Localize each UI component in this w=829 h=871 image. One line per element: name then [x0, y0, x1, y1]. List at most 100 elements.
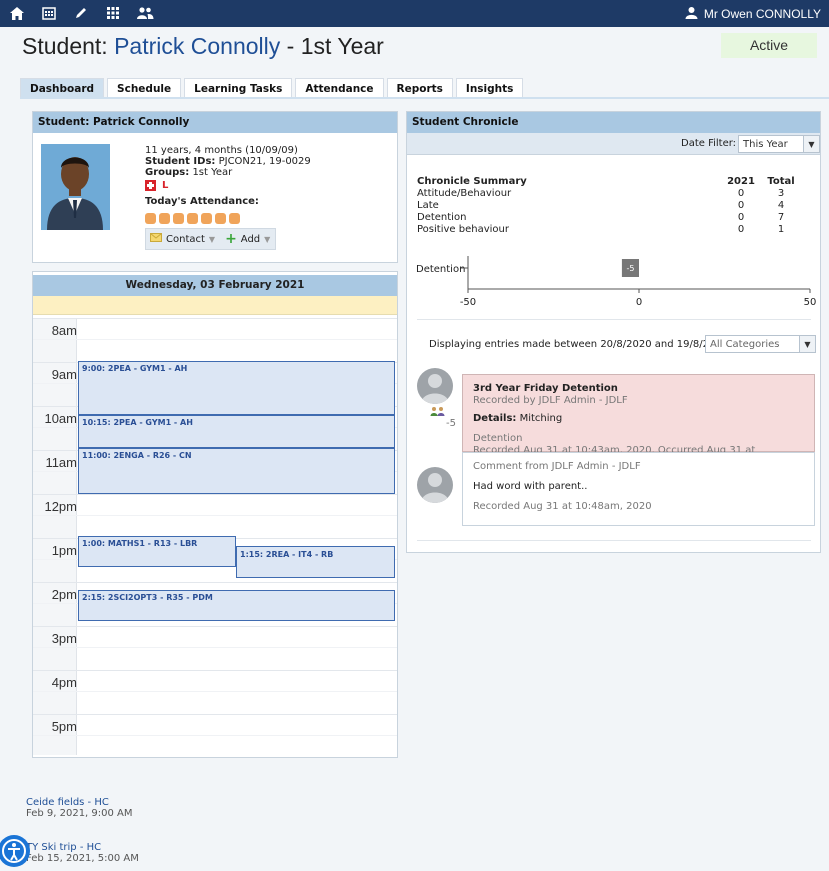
chronicle-entry[interactable]: 3rd Year Friday Detention Recorded by JD…: [462, 374, 815, 468]
half-hour-row: [33, 515, 397, 516]
half-hour-row: [33, 339, 397, 340]
attendance-dot: [173, 213, 184, 224]
calendar-grid[interactable]: 8am 9am 10am 11am 12pm 1pm 2pm 3pm 4pm 5…: [33, 318, 397, 755]
people-group-icon: [430, 406, 446, 419]
entry-details: Mitching: [519, 413, 563, 424]
detention-bar-chart: Detention -5 -50 0 50: [416, 256, 817, 308]
student-panel-header: Student: Patrick Connolly: [33, 112, 397, 133]
entry-title: 3rd Year Friday Detention: [473, 383, 618, 394]
date-filter-select[interactable]: This Year ▼: [738, 135, 820, 153]
hour-label: 2pm: [51, 587, 77, 602]
attendance-dot: [159, 213, 170, 224]
calendar-event[interactable]: 11:00: 2ENGA - R26 - CN: [78, 448, 395, 494]
event-date: Feb 9, 2021, 9:00 AM: [26, 808, 133, 819]
people-icon[interactable]: [136, 5, 154, 21]
attendance-dot: [145, 213, 156, 224]
hour-row: [33, 626, 397, 627]
chevron-down-icon[interactable]: ▼: [799, 336, 815, 352]
displaying-text: Displaying entries made between 20/8/202…: [429, 339, 749, 350]
half-hour-row: [33, 691, 397, 692]
section-divider: [417, 540, 811, 541]
hour-label: 9am: [51, 367, 77, 382]
attendance-dot: [215, 213, 226, 224]
student-info: 11 years, 4 months (10/09/09) Student ID…: [145, 145, 311, 224]
commenter-avatar: [417, 467, 453, 503]
calendar-icon[interactable]: [40, 5, 58, 21]
axis-tick-label: 0: [636, 297, 642, 308]
contact-button[interactable]: Contact: [166, 234, 205, 245]
upcoming-event[interactable]: TY Ski trip - HC Feb 15, 2021, 5:00 AM: [26, 842, 139, 864]
medical-flag[interactable]: L: [162, 180, 168, 191]
chronicle-header: Student Chronicle: [407, 112, 820, 133]
chevron-down-icon[interactable]: ▼: [209, 235, 215, 244]
student-name-link[interactable]: Patrick Connolly: [114, 33, 280, 59]
student-groups: 1st Year: [192, 167, 233, 178]
plus-icon: +: [225, 231, 237, 247]
calendar-event[interactable]: 2:15: 2SCI2OPT3 - R35 - PDM: [78, 590, 395, 621]
summary-row: Detention 0 7: [417, 212, 785, 223]
calendar-event[interactable]: 10:15: 2PEA - GYM1 - AH: [78, 415, 395, 448]
chevron-down-icon[interactable]: ▼: [264, 235, 270, 244]
tab-insights[interactable]: Insights: [455, 78, 524, 97]
tab-bar: Dashboard Schedule Learning Tasks Attend…: [20, 78, 524, 97]
status-badge: Active: [721, 33, 817, 58]
summary-title: Chronicle Summary: [417, 176, 527, 187]
comment-from: Comment from JDLF Admin - JDLF: [473, 461, 641, 472]
hour-label: 11am: [45, 455, 77, 470]
chevron-down-icon[interactable]: ▼: [803, 136, 819, 152]
hour-row: [33, 670, 397, 671]
tab-reports[interactable]: Reports: [386, 78, 453, 97]
student-photo: [41, 144, 110, 230]
summary-row: Late 0 4: [417, 200, 785, 211]
hour-label: 10am: [44, 411, 77, 426]
half-hour-row: [33, 735, 397, 736]
entry-recorded-by: Recorded by JDLF Admin - JDLF: [473, 395, 628, 406]
recorder-avatar: [417, 368, 453, 404]
tab-attendance[interactable]: Attendance: [295, 78, 384, 97]
upcoming-event[interactable]: Ceide fields - HC Feb 9, 2021, 9:00 AM: [26, 797, 133, 819]
axis-tick-label: 50: [804, 297, 817, 308]
attendance-label: Today's Attendance:: [145, 196, 259, 207]
hour-label: 3pm: [51, 631, 77, 646]
all-day-row[interactable]: [33, 296, 397, 315]
chronicle-summary-table: Chronicle Summary 2021 Total Attitude/Be…: [417, 176, 801, 236]
event-title[interactable]: TY Ski trip - HC: [26, 842, 139, 853]
hour-row: [33, 318, 397, 319]
hour-row: [33, 714, 397, 715]
bar-category-label: Detention: [416, 264, 465, 275]
calendar-event[interactable]: 1:00: MATHS1 - R13 - LBR: [78, 536, 236, 567]
summary-row: Attitude/Behaviour 0 3: [417, 188, 785, 199]
tab-schedule[interactable]: Schedule: [107, 78, 182, 97]
half-hour-row: [33, 647, 397, 648]
home-icon[interactable]: [8, 5, 26, 21]
calendar-date: Wednesday, 03 February 2021: [33, 275, 397, 296]
student-age: 11 years, 4 months (10/09/09): [145, 145, 298, 156]
pencil-icon[interactable]: [72, 5, 90, 21]
comment-recorded-at: Recorded Aug 31 at 10:48am, 2020: [473, 501, 652, 512]
chronicle-panel: Student Chronicle Date Filter: This Year…: [406, 111, 821, 553]
accessibility-icon[interactable]: [0, 834, 34, 868]
comment-text: Had word with parent..: [473, 481, 588, 492]
attendance-dot: [201, 213, 212, 224]
event-title[interactable]: Ceide fields - HC: [26, 797, 133, 808]
tab-dashboard[interactable]: Dashboard: [20, 78, 105, 97]
calendar-panel: Wednesday, 03 February 2021 8am 9am 10am…: [32, 271, 398, 758]
axis-tick-label: -50: [460, 297, 476, 308]
add-button[interactable]: Add: [241, 234, 260, 245]
calendar-event[interactable]: 1:15: 2REA - IT4 - RB: [236, 546, 395, 578]
contact-add-toolbar: Contact ▼ + Add ▼: [145, 228, 276, 250]
user-menu[interactable]: Mr Owen CONNOLLY: [685, 6, 821, 22]
col-total: Total: [767, 176, 795, 187]
attendance-dots: [145, 213, 311, 224]
medical-cross-icon[interactable]: [145, 180, 156, 191]
category-select[interactable]: All Categories ▼: [705, 335, 816, 353]
date-filter-row: Date Filter: This Year ▼: [407, 133, 820, 155]
grid-icon[interactable]: [104, 5, 122, 21]
attendance-dot: [229, 213, 240, 224]
user-name: Mr Owen CONNOLLY: [703, 7, 821, 21]
hour-label: 8am: [51, 323, 77, 338]
tab-learning-tasks[interactable]: Learning Tasks: [184, 78, 293, 97]
hour-row: [33, 494, 397, 495]
top-navigation-bar: Mr Owen CONNOLLY: [0, 0, 829, 27]
calendar-event[interactable]: 9:00: 2PEA - GYM1 - AH: [78, 361, 395, 415]
